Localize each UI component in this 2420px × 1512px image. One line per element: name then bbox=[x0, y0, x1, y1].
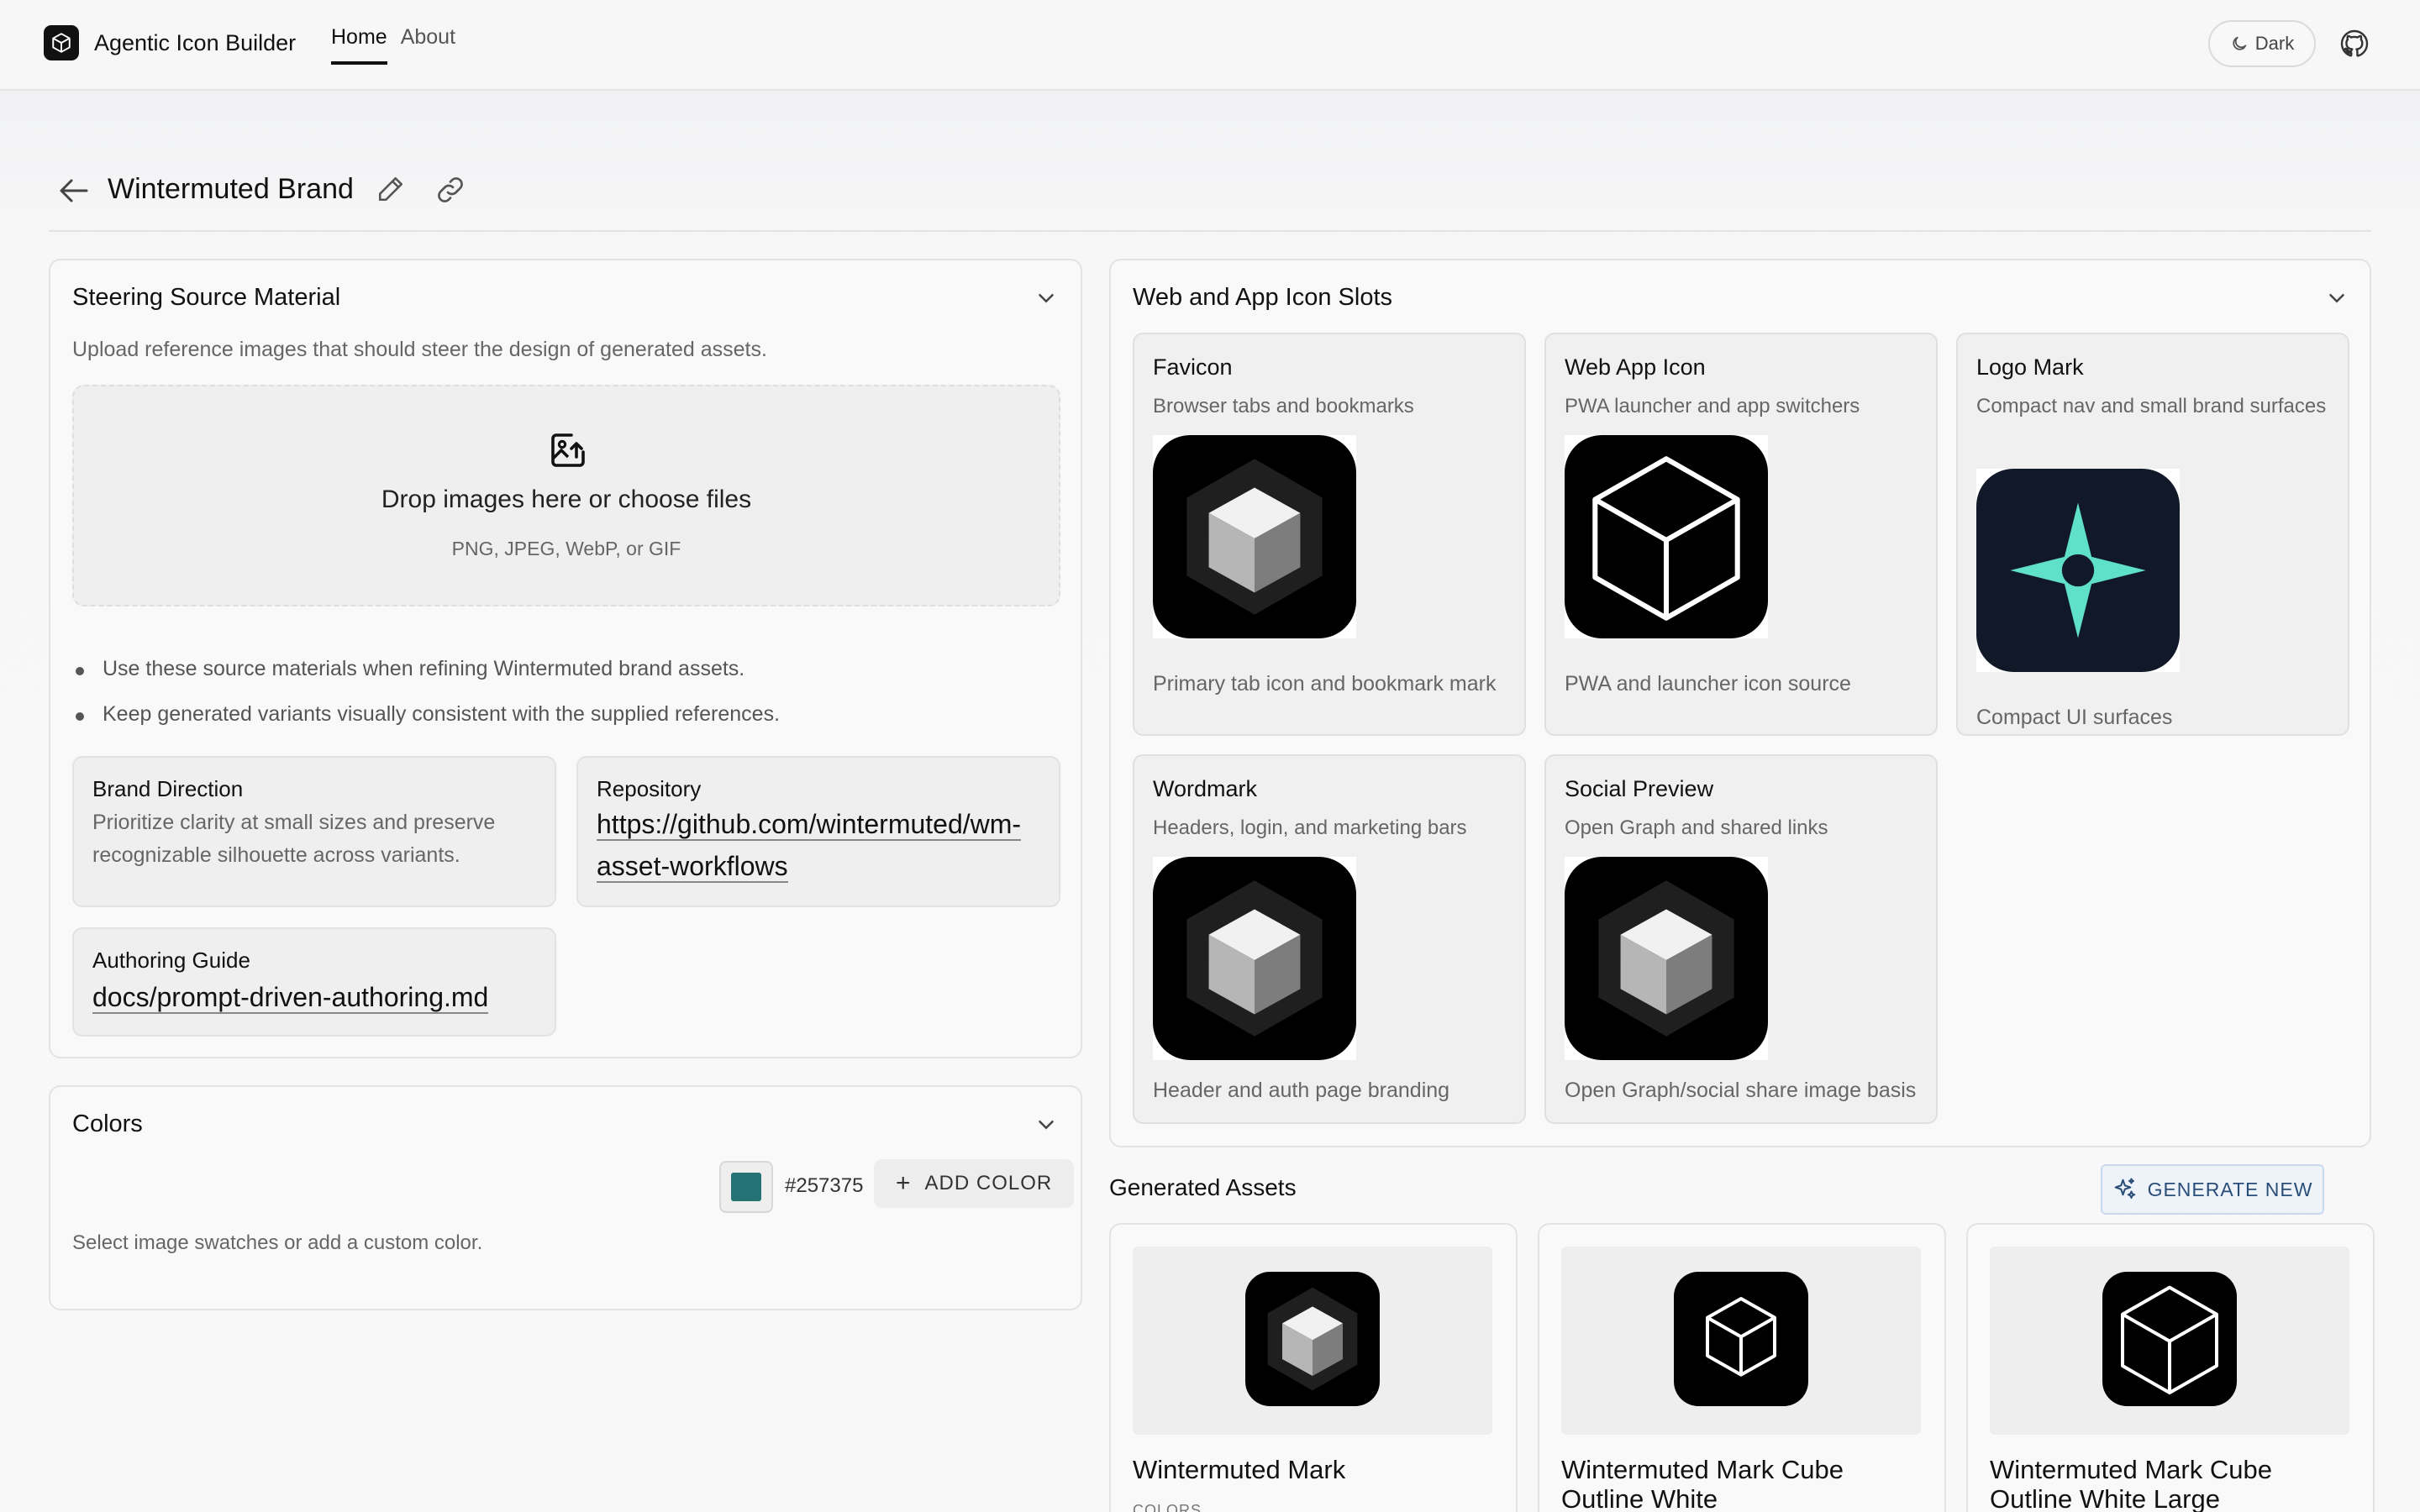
add-color-label: ADD COLOR bbox=[924, 1172, 1053, 1194]
outline-cube-icon bbox=[1674, 1272, 1808, 1406]
color-swatch[interactable] bbox=[719, 1161, 773, 1213]
slot-favicon[interactable]: Favicon Browser tabs and bookmarks Prima… bbox=[1133, 333, 1526, 736]
icon-slots-panel: Web and App Icon Slots Favicon Browser t… bbox=[1109, 259, 2371, 1147]
generate-new-label: GENERATE NEW bbox=[2147, 1178, 2313, 1200]
page-title-row: Wintermuted Brand bbox=[49, 168, 2371, 232]
colors-panel: Colors #257375 + ADD COLOR Select image … bbox=[49, 1085, 1082, 1310]
main-nav: Home About bbox=[331, 25, 469, 65]
nav-about[interactable]: About bbox=[401, 25, 455, 65]
pencil-icon[interactable] bbox=[376, 175, 405, 203]
image-dropzone[interactable]: Drop images here or choose files PNG, JP… bbox=[72, 385, 1060, 606]
brand-direction-value: Prioritize clarity at small sizes and pr… bbox=[92, 811, 496, 834]
shaded-cube-icon bbox=[1153, 857, 1356, 1060]
top-bar: Agentic Icon Builder Home About Dark bbox=[0, 0, 2420, 91]
asset-preview bbox=[1561, 1247, 1921, 1435]
slot-caption: Primary tab icon and bookmark mark bbox=[1153, 672, 1497, 696]
dropzone-title: Drop images here or choose files bbox=[381, 486, 752, 513]
slot-caption: Header and auth page branding bbox=[1153, 1079, 1450, 1102]
colors-title: Colors bbox=[72, 1110, 143, 1137]
repository-label: Repository bbox=[597, 776, 702, 801]
shaded-cube-icon bbox=[1153, 435, 1356, 638]
asset-name: Wintermuted Mark Cube Outline White bbox=[1561, 1455, 1844, 1512]
compass-star-icon bbox=[1976, 469, 2180, 672]
slot-subtitle: Compact nav and small brand surfaces bbox=[1976, 395, 2327, 417]
swatch-fill bbox=[731, 1173, 761, 1201]
slot-title: Web App Icon bbox=[1565, 354, 1706, 380]
brand-direction-card: Brand Direction Prioritize clarity at sm… bbox=[72, 756, 556, 907]
steering-panel: Steering Source Material Upload referenc… bbox=[49, 259, 1082, 1058]
asset-card[interactable]: Wintermuted Mark Cube Outline White Large bbox=[1966, 1223, 2375, 1512]
slot-web-app-icon[interactable]: Web App Icon PWA launcher and app switch… bbox=[1544, 333, 1938, 736]
back-arrow-icon[interactable] bbox=[59, 178, 89, 203]
slot-social-preview[interactable]: Social Preview Open Graph and shared lin… bbox=[1544, 754, 1938, 1124]
authoring-guide-label: Authoring Guide bbox=[92, 948, 250, 973]
app-logo-icon bbox=[44, 25, 79, 60]
slot-caption: Compact UI surfaces bbox=[1976, 706, 2173, 729]
add-color-button[interactable]: + ADD COLOR bbox=[874, 1159, 1075, 1208]
asset-card[interactable]: Wintermuted Mark Cube Outline White bbox=[1538, 1223, 1946, 1512]
moon-icon bbox=[2233, 36, 2247, 50]
slot-subtitle: PWA launcher and app switchers bbox=[1565, 395, 1860, 417]
icon-slots-title: Web and App Icon Slots bbox=[1133, 284, 1393, 311]
slot-title: Wordmark bbox=[1153, 776, 1258, 801]
authoring-guide-link[interactable]: docs/prompt-driven-authoring.md bbox=[92, 976, 489, 1018]
theme-toggle-label: Dark bbox=[2254, 33, 2295, 54]
slot-wordmark[interactable]: Wordmark Headers, login, and marketing b… bbox=[1133, 754, 1526, 1124]
github-icon[interactable] bbox=[2339, 29, 2370, 59]
swatch-hex: #257375 bbox=[785, 1174, 864, 1197]
guidance-list: Use these source materials when refining… bbox=[72, 657, 780, 748]
page-title: Wintermuted Brand bbox=[108, 173, 354, 205]
colors-hint: Select image swatches or add a custom co… bbox=[72, 1231, 483, 1254]
steering-title: Steering Source Material bbox=[72, 284, 341, 311]
asset-name: Wintermuted Mark Cube Outline White Large bbox=[1990, 1455, 2272, 1512]
slot-caption: PWA and launcher icon source bbox=[1565, 672, 1851, 696]
slot-caption: Open Graph/social share image basis bbox=[1565, 1079, 1917, 1102]
slot-title: Favicon bbox=[1153, 354, 1233, 380]
theme-toggle-button[interactable]: Dark bbox=[2208, 20, 2316, 67]
slot-title: Logo Mark bbox=[1976, 354, 2084, 380]
app-name: Agentic Icon Builder bbox=[94, 29, 297, 55]
dropzone-hint: PNG, JPEG, WebP, or GIF bbox=[451, 538, 681, 559]
asset-card[interactable]: Wintermuted Mark COLORS bbox=[1109, 1223, 1518, 1512]
shaded-cube-icon bbox=[1245, 1272, 1380, 1406]
chevron-down-icon[interactable] bbox=[2324, 286, 2349, 311]
asset-meta: COLORS bbox=[1133, 1502, 1202, 1512]
generate-new-button[interactable]: GENERATE NEW bbox=[2101, 1164, 2324, 1215]
asset-preview bbox=[1133, 1247, 1492, 1435]
chevron-down-icon[interactable] bbox=[1034, 1112, 1059, 1137]
generated-assets-title: Generated Assets bbox=[1109, 1174, 1297, 1200]
repository-link[interactable]: asset-workflows bbox=[597, 845, 788, 887]
slot-subtitle: Browser tabs and bookmarks bbox=[1153, 395, 1414, 417]
image-upload-icon bbox=[551, 433, 585, 467]
asset-preview bbox=[1990, 1247, 2349, 1435]
slot-subtitle: Open Graph and shared links bbox=[1565, 816, 1828, 839]
plus-icon: + bbox=[896, 1169, 912, 1197]
slot-title: Social Preview bbox=[1565, 776, 1714, 801]
chevron-down-icon[interactable] bbox=[1034, 286, 1059, 311]
brand[interactable]: Agentic Icon Builder bbox=[44, 25, 296, 60]
slot-subtitle: Headers, login, and marketing bars bbox=[1153, 816, 1467, 839]
repository-link[interactable]: https://github.com/wintermuted/wm- bbox=[597, 803, 1022, 845]
authoring-guide-card: Authoring Guide docs/prompt-driven-autho… bbox=[72, 927, 556, 1037]
outline-cube-icon bbox=[2102, 1272, 2237, 1406]
nav-home[interactable]: Home bbox=[331, 25, 387, 65]
slot-logo-mark[interactable]: Logo Mark Compact nav and small brand su… bbox=[1956, 333, 2349, 736]
steering-subtitle: Upload reference images that should stee… bbox=[72, 338, 767, 361]
shaded-cube-icon bbox=[1565, 857, 1768, 1060]
list-item: Keep generated variants visually consist… bbox=[72, 702, 780, 748]
brand-direction-value: recognizable silhouette across variants. bbox=[92, 843, 460, 867]
repository-card: Repository https://github.com/wintermute… bbox=[576, 756, 1060, 907]
outline-cube-icon bbox=[1565, 435, 1768, 638]
link-icon[interactable] bbox=[435, 175, 466, 205]
list-item: Use these source materials when refining… bbox=[72, 657, 780, 702]
sparkle-icon bbox=[2114, 1178, 2135, 1199]
brand-direction-label: Brand Direction bbox=[92, 776, 244, 801]
asset-name: Wintermuted Mark bbox=[1133, 1455, 1346, 1484]
